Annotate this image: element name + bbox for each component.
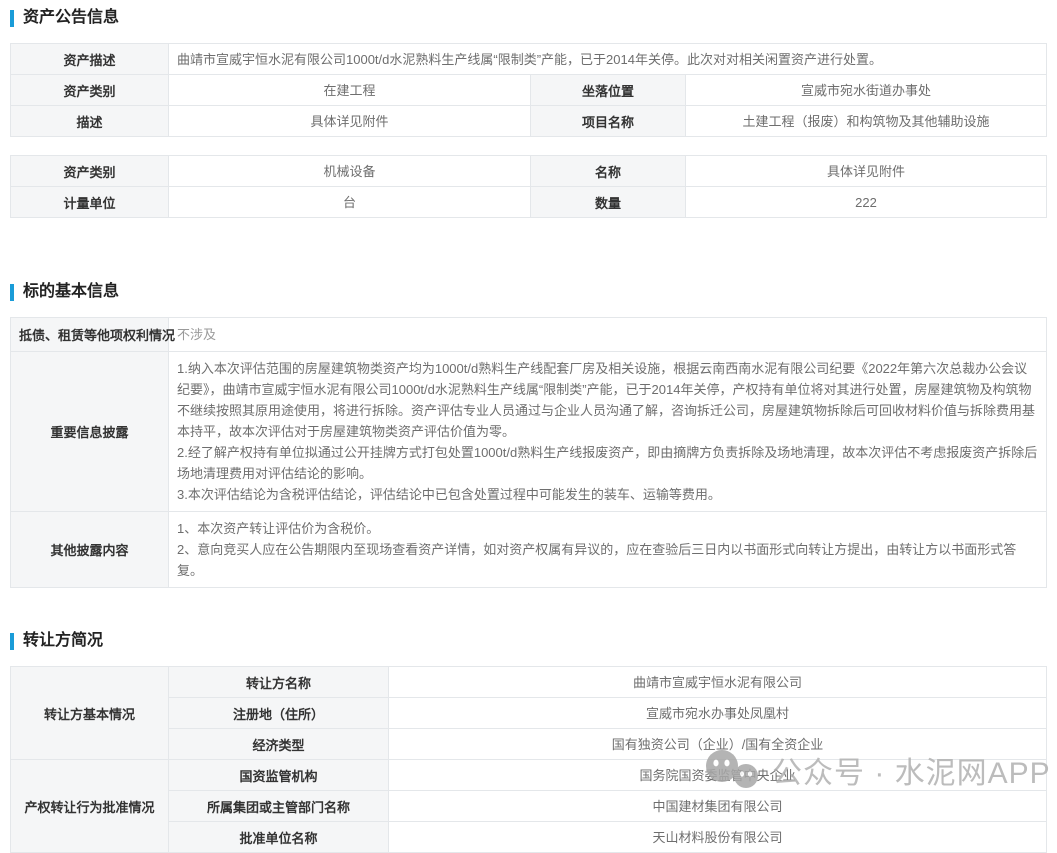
unit-value: 台: [169, 187, 531, 218]
location-value: 宣威市宛水街道办事处: [686, 75, 1047, 106]
sasac-label: 国资监管机构: [169, 760, 389, 791]
registered-address-label: 注册地（住所）: [169, 698, 389, 729]
important-disclosure-value: 1.纳入本次评估范围的房屋建筑物类资产均为1000t/d熟料生产线配套厂房及相关…: [169, 352, 1047, 512]
table-row: 转让方基本情况 转让方名称 曲靖市宣威宇恒水泥有限公司: [11, 667, 1047, 698]
project-name-label: 项目名称: [531, 106, 686, 137]
registered-address-value: 宣威市宛水办事处凤凰村: [389, 698, 1047, 729]
asset-description-value: 曲靖市宣威宇恒水泥有限公司1000t/d水泥熟料生产线属“限制类”产能，已于20…: [169, 44, 1047, 75]
table-row: 资产类别 在建工程 坐落位置 宣威市宛水街道办事处: [11, 75, 1047, 106]
title-accent-bar: [10, 633, 14, 650]
section-asset-announcement: 资产公告信息 资产描述 曲靖市宣威宇恒水泥有限公司1000t/d水泥熟料生产线属…: [10, 8, 1047, 218]
important-disclosure-label: 重要信息披露: [11, 352, 169, 512]
unit-label: 计量单位: [11, 187, 169, 218]
page: 资产公告信息 资产描述 曲靖市宣威宇恒水泥有限公司1000t/d水泥熟料生产线属…: [0, 0, 1057, 853]
location-label: 坐落位置: [531, 75, 686, 106]
section-title-text: 标的基本信息: [23, 282, 119, 302]
encumbrance-value: 不涉及: [169, 318, 1047, 352]
section-transferor-profile: 转让方简况 转让方基本情况 转让方名称 曲靖市宣威宇恒水泥有限公司 注册地（住所…: [10, 631, 1047, 853]
section-title-text: 资产公告信息: [23, 8, 119, 28]
table-row: 描述 具体详见附件 项目名称 土建工程（报废）和构筑物及其他辅助设施: [11, 106, 1047, 137]
encumbrance-label: 抵债、租赁等他项权利情况: [11, 318, 169, 352]
transferor-basic-group-label: 转让方基本情况: [11, 667, 169, 760]
other-disclosure-label: 其他披露内容: [11, 512, 169, 588]
other-disclosure-value: 1、本次资产转让评估价为含税价。 2、意向竞买人应在公告期限内至现场查看资产详情…: [169, 512, 1047, 588]
section-title-target: 标的基本信息: [10, 282, 1047, 302]
transferor-name-value: 曲靖市宣威宇恒水泥有限公司: [389, 667, 1047, 698]
asset-announcement-table: 资产描述 曲靖市宣威宇恒水泥有限公司1000t/d水泥熟料生产线属“限制类”产能…: [10, 43, 1047, 137]
table-row: 抵债、租赁等他项权利情况 不涉及: [11, 318, 1047, 352]
approval-unit-label: 批准单位名称: [169, 822, 389, 853]
quantity-label: 数量: [531, 187, 686, 218]
section-target-basic-info: 标的基本信息 抵债、租赁等他项权利情况 不涉及 重要信息披露 1.纳入本次评估范…: [10, 282, 1047, 588]
asset-description-label: 资产描述: [11, 44, 169, 75]
equip-category-value: 机械设备: [169, 156, 531, 187]
table-row: 资产类别 机械设备 名称 具体详见附件: [11, 156, 1047, 187]
table-row: 重要信息披露 1.纳入本次评估范围的房屋建筑物类资产均为1000t/d熟料生产线…: [11, 352, 1047, 512]
equip-name-value: 具体详见附件: [686, 156, 1047, 187]
section-title-text: 转让方简况: [23, 631, 103, 651]
table-row: 计量单位 台 数量 222: [11, 187, 1047, 218]
asset-category-value: 在建工程: [169, 75, 531, 106]
table-row: 其他披露内容 1、本次资产转让评估价为含税价。 2、意向竞买人应在公告期限内至现…: [11, 512, 1047, 588]
title-accent-bar: [10, 10, 14, 27]
project-name-value: 土建工程（报废）和构筑物及其他辅助设施: [686, 106, 1047, 137]
sasac-value: 国务院国资委监管中央企业: [389, 760, 1047, 791]
table-row: 产权转让行为批准情况 国资监管机构 国务院国资委监管中央企业: [11, 760, 1047, 791]
transferor-name-label: 转让方名称: [169, 667, 389, 698]
section-title-transferor: 转让方简况: [10, 631, 1047, 651]
economic-type-label: 经济类型: [169, 729, 389, 760]
equip-category-label: 资产类别: [11, 156, 169, 187]
asset-category-label: 资产类别: [11, 75, 169, 106]
title-accent-bar: [10, 284, 14, 301]
transferor-profile-table: 转让方基本情况 转让方名称 曲靖市宣威宇恒水泥有限公司 注册地（住所） 宣威市宛…: [10, 666, 1047, 853]
equipment-table: 资产类别 机械设备 名称 具体详见附件 计量单位 台 数量 222: [10, 155, 1047, 218]
description-label: 描述: [11, 106, 169, 137]
description-value: 具体详见附件: [169, 106, 531, 137]
approval-group-label: 产权转让行为批准情况: [11, 760, 169, 853]
economic-type-value: 国有独资公司（企业）/国有全资企业: [389, 729, 1047, 760]
target-basic-info-table: 抵债、租赁等他项权利情况 不涉及 重要信息披露 1.纳入本次评估范围的房屋建筑物…: [10, 317, 1047, 588]
table-row: 资产描述 曲靖市宣威宇恒水泥有限公司1000t/d水泥熟料生产线属“限制类”产能…: [11, 44, 1047, 75]
section-title-asset: 资产公告信息: [10, 8, 1047, 28]
approval-unit-value: 天山材料股份有限公司: [389, 822, 1047, 853]
quantity-value: 222: [686, 187, 1047, 218]
equip-name-label: 名称: [531, 156, 686, 187]
